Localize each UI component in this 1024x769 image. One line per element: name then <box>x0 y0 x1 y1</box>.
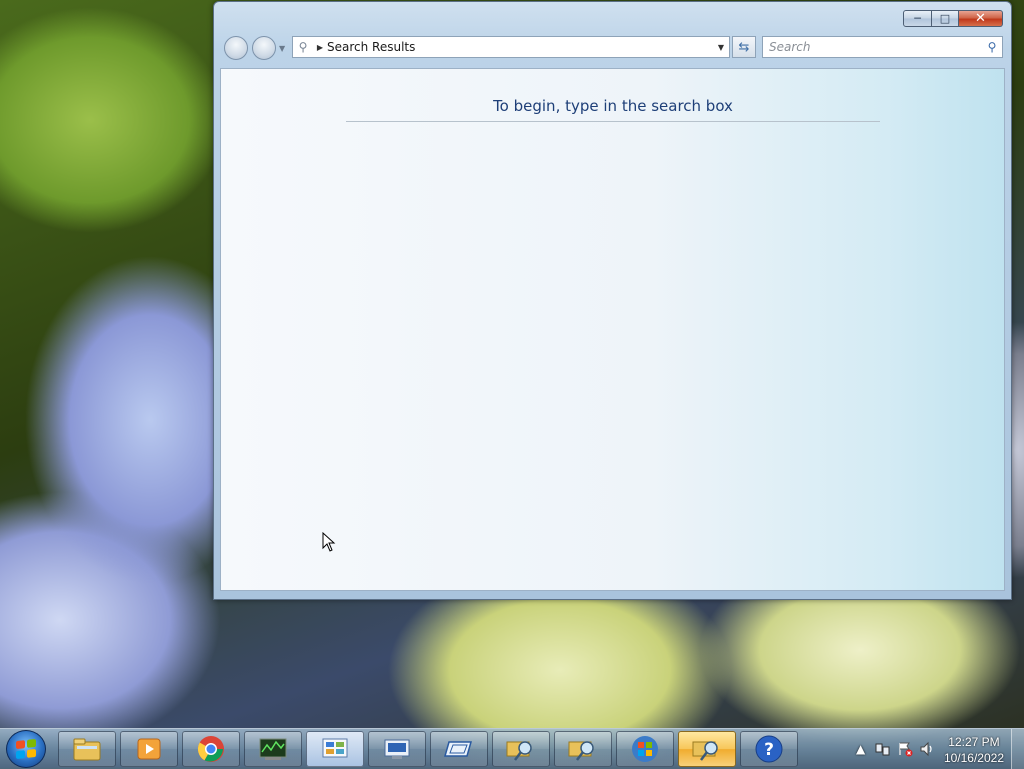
close-icon: ✕ <box>975 11 986 26</box>
windows-start-icon <box>16 738 36 760</box>
svg-text:?: ? <box>764 740 774 760</box>
search-icon[interactable]: ⚲ <box>982 40 1002 54</box>
search-input[interactable] <box>763 39 982 55</box>
back-button[interactable] <box>224 36 248 60</box>
close-button[interactable]: ✕ <box>959 10 1003 27</box>
taskbar-control-panel[interactable] <box>306 731 364 767</box>
start-button[interactable] <box>6 730 46 768</box>
recent-pages-dropdown[interactable]: ▼ <box>279 44 285 53</box>
taskbar-chrome[interactable] <box>182 731 240 767</box>
address-bar[interactable]: ⚲ ▶ Search Results ▼ <box>292 36 730 58</box>
explorer-icon <box>73 738 101 761</box>
control-panel-icon <box>322 738 348 758</box>
windows-logo-icon <box>632 736 658 762</box>
forward-button[interactable] <box>252 36 276 60</box>
remote-desktop-icon <box>384 739 410 759</box>
show-hidden-icons-icon[interactable]: ▲ <box>856 742 865 756</box>
media-player-icon <box>137 738 161 760</box>
taskbar-search-folder[interactable] <box>492 731 550 767</box>
network-icon[interactable] <box>875 741 891 757</box>
task-manager-icon <box>259 738 287 760</box>
address-dropdown-icon[interactable]: ▼ <box>713 43 729 52</box>
taskbar-help[interactable]: ? <box>740 731 798 767</box>
show-desktop-button[interactable] <box>1011 729 1024 769</box>
refresh-button[interactable]: ⇆ <box>732 36 756 58</box>
system-clock[interactable]: 12:27 PM 10/16/2022 <box>944 734 1004 766</box>
taskbar: ? ▲ 12:27 PM 10/16/2022 <box>0 728 1024 769</box>
taskbar-explorer[interactable] <box>58 731 116 767</box>
tablet-icon <box>444 741 472 757</box>
caption-buttons: ─ □ ✕ <box>903 10 1003 27</box>
taskbar-search-folder-2[interactable] <box>554 731 612 767</box>
search-box[interactable]: ⚲ <box>762 36 1003 58</box>
breadcrumb-arrow-icon[interactable]: ▶ <box>313 43 327 52</box>
taskbar-task-manager[interactable] <box>244 731 302 767</box>
navigation-bar: ▼ ⚲ ▶ Search Results ▼ ⇆ ⚲ <box>222 34 1003 60</box>
empty-results-message: To begin, type in the search box <box>346 97 880 122</box>
chrome-icon <box>197 736 224 762</box>
results-pane: To begin, type in the search box <box>220 68 1005 591</box>
taskbar-search-folder-3[interactable] <box>678 731 736 767</box>
search-folder-icon-3 <box>692 741 718 761</box>
minimize-button[interactable]: ─ <box>903 10 932 27</box>
help-icon: ? <box>755 735 783 763</box>
refresh-icon: ⇆ <box>738 39 750 55</box>
clock-time: 12:27 PM <box>948 735 1000 749</box>
breadcrumb-search-results[interactable]: Search Results <box>327 40 713 54</box>
taskbar-tablet[interactable] <box>430 731 488 767</box>
volume-icon[interactable] <box>919 741 935 757</box>
maximize-icon: □ <box>939 12 951 25</box>
mouse-cursor-icon <box>322 532 336 552</box>
action-center-icon[interactable] <box>897 741 913 757</box>
minimize-icon: ─ <box>914 12 921 25</box>
search-icon: ⚲ <box>298 40 308 54</box>
taskbar-media-player[interactable] <box>120 731 178 767</box>
maximize-button[interactable]: □ <box>932 10 959 27</box>
taskbar-windows-logo[interactable] <box>616 731 674 767</box>
search-folder-icon <box>506 741 532 761</box>
search-folder-icon-2 <box>568 741 594 761</box>
clock-date: 10/16/2022 <box>943 751 1004 765</box>
search-results-window: ─ □ ✕ ▼ ⚲ ▶ Search Results ▼ ⇆ ⚲ To begi… <box>213 1 1012 600</box>
taskbar-remote-desktop[interactable] <box>368 731 426 767</box>
